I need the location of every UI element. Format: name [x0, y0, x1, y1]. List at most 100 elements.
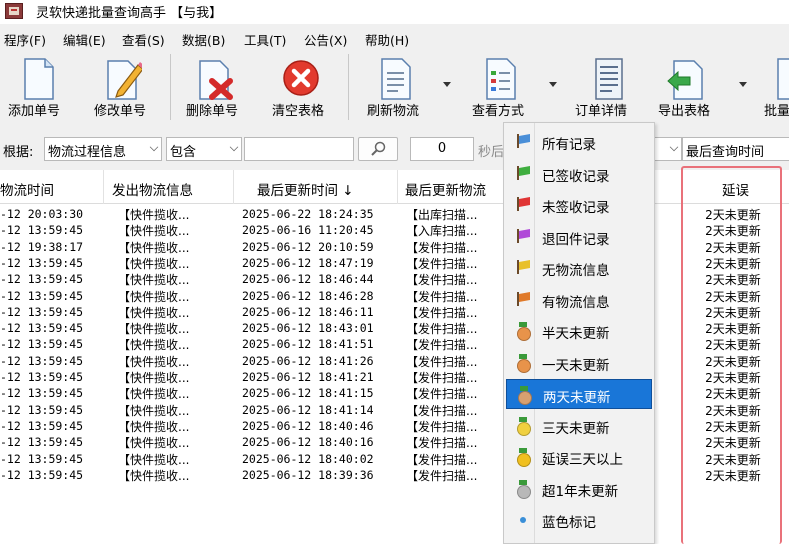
- header-ship-info[interactable]: 发出物流信息: [112, 179, 193, 199]
- search-button[interactable]: [358, 137, 398, 161]
- cell-last-update: 2025-06-12 18:41:15: [242, 386, 374, 401]
- table-row[interactable]: -12 20:03:30 【快件揽收... 2025-06-22 18:24:35 【…: [0, 206, 789, 222]
- delete-number-button[interactable]: 删除单号: [180, 50, 250, 126]
- refresh-interval-input[interactable]: 0: [410, 137, 474, 161]
- view-mode-item-label: 无物流信息: [542, 263, 610, 279]
- view-mode-item[interactable]: 两天未更新: [506, 379, 652, 409]
- batch-button[interactable]: 批量: [756, 50, 789, 126]
- table-row[interactable]: -12 13:59:45 【快件揽收... 2025-06-12 18:46:44 【…: [0, 271, 789, 287]
- cell-last-update: 2025-06-22 18:24:35: [242, 207, 374, 221]
- view-mode-item[interactable]: 未签收记录: [506, 190, 652, 220]
- cell-last-info: 【发件扫描...: [406, 305, 478, 320]
- cell-delay: 2天未更新: [705, 256, 761, 271]
- filter-operator-select[interactable]: 包含: [166, 137, 242, 161]
- edit-number-button[interactable]: 修改单号: [88, 50, 158, 126]
- filter-field-select[interactable]: 物流过程信息: [44, 137, 162, 161]
- clear-x-circle-icon: [283, 60, 319, 96]
- app-logo-icon: [5, 3, 23, 19]
- cell-delay: 2天未更新: [705, 305, 761, 320]
- view-mode-item[interactable]: 所有记录: [506, 127, 652, 157]
- view-mode-item-label: 已签收记录: [542, 168, 610, 185]
- export-dropdown-arrow[interactable]: [739, 82, 747, 87]
- cell-delay: 2天未更新: [705, 436, 761, 451]
- cell-ship-info: 【快件揽收...: [118, 322, 190, 337]
- view-mode-dropdown-arrow[interactable]: [549, 82, 557, 87]
- view-mode-item[interactable]: 已签收记录: [506, 159, 652, 189]
- view-mode-item[interactable]: 三天未更新: [506, 411, 652, 441]
- flag-red-icon: [515, 196, 531, 212]
- cell-ship-time: -12 13:59:45: [0, 402, 84, 417]
- table-header: 物流时间 发出物流信息 最后更新时间 ↓ 最后更新物流 延误: [0, 170, 789, 204]
- view-mode-button[interactable]: 查看方式: [463, 50, 543, 126]
- cell-last-info: 【入库扫描...: [406, 224, 478, 239]
- view-mode-item[interactable]: 一天未更新: [506, 348, 652, 378]
- cell-last-info: 【发件扫描...: [406, 289, 478, 304]
- clear-table-button[interactable]: 清空表格: [264, 50, 338, 126]
- cell-last-update: 2025-06-12 18:40:46: [242, 418, 374, 433]
- title-bar: 灵软快递批量查询高手 【与我】: [0, 0, 789, 24]
- view-mode-item[interactable]: 延误三天以上: [506, 442, 652, 472]
- table-row[interactable]: -12 13:59:45 【快件揽收... 2025-06-12 18:41:26 【…: [0, 353, 789, 369]
- cell-last-info: 【发件扫描...: [406, 240, 478, 255]
- table-row[interactable]: -12 13:59:45 【快件揽收... 2025-06-12 18:39:36 【…: [0, 467, 789, 483]
- table-row[interactable]: -12 13:59:45 【快件揽收... 2025-06-16 11:20:45 【…: [0, 222, 789, 238]
- cell-last-info: 【发件扫描...: [406, 273, 478, 288]
- hidden-select-fragment[interactable]: [654, 137, 682, 161]
- flag-yellow-icon: [515, 259, 531, 275]
- table-row[interactable]: -12 19:38:17 【快件揽收... 2025-06-12 20:10:59 【…: [0, 239, 789, 255]
- menu-program[interactable]: 程序(F): [4, 30, 46, 49]
- cell-ship-info: 【快件揽收...: [118, 224, 190, 239]
- cell-last-update: 2025-06-12 18:40:16: [242, 435, 374, 450]
- table-row[interactable]: -12 13:59:45 【快件揽收... 2025-06-12 18:41:15 【…: [0, 385, 789, 401]
- cell-ship-info: 【快件揽收...: [118, 305, 190, 320]
- window-title: 灵软快递批量查询高手 【与我】: [36, 6, 223, 21]
- filter-keyword-input[interactable]: [244, 137, 354, 161]
- view-mode-item[interactable]: 无物流信息: [506, 253, 652, 283]
- medal-yellow-icon: [515, 448, 531, 467]
- menu-data[interactable]: 数据(B): [182, 30, 225, 49]
- view-mode-item[interactable]: 蓝色标记: [506, 505, 652, 535]
- table-row[interactable]: -12 13:59:45 【快件揽收... 2025-06-12 18:41:21 【…: [0, 369, 789, 385]
- cell-ship-info: 【快件揽收...: [118, 208, 190, 222]
- header-delay[interactable]: 延误: [722, 179, 749, 199]
- table-row[interactable]: -12 13:59:45 【快件揽收... 2025-06-12 18:41:51 【…: [0, 336, 789, 352]
- menu-view[interactable]: 查看(S): [122, 30, 165, 49]
- table-row[interactable]: -12 13:59:45 【快件揽收... 2025-06-12 18:40:16 【…: [0, 434, 789, 450]
- table-row[interactable]: -12 13:59:45 【快件揽收... 2025-06-12 18:47:19 【…: [0, 255, 789, 271]
- menu-help[interactable]: 帮助(H): [365, 30, 409, 49]
- cell-delay: 2天未更新: [705, 419, 761, 434]
- cell-ship-time: -12 13:59:45: [0, 370, 84, 384]
- table-row[interactable]: -12 13:59:45 【快件揽收... 2025-06-12 18:41:14 【…: [0, 402, 789, 418]
- table-row[interactable]: -12 13:59:45 【快件揽收... 2025-06-12 18:43:01 【…: [0, 320, 789, 336]
- menu-notice[interactable]: 公告(X): [304, 30, 347, 49]
- table-row[interactable]: -12 13:59:45 【快件揽收... 2025-06-12 18:46:28 【…: [0, 288, 789, 304]
- table-row[interactable]: -12 13:59:45 【快件揽收... 2025-06-12 18:40:02 【…: [0, 451, 789, 467]
- chevron-down-icon: [229, 142, 239, 152]
- order-detail-button[interactable]: 订单详情: [568, 50, 648, 126]
- add-number-button[interactable]: 添加单号: [2, 50, 72, 126]
- cell-ship-info: 【快件揽收...: [118, 371, 190, 385]
- medal-gray-icon: [515, 479, 531, 499]
- export-table-button[interactable]: 导出表格: [652, 50, 732, 126]
- cell-last-info: 【发件扫描...: [406, 403, 478, 418]
- header-ship-time[interactable]: 物流时间: [0, 179, 54, 199]
- cell-last-info: 【发件扫描...: [406, 468, 478, 483]
- flag-blue-icon: [515, 133, 531, 149]
- view-mode-item[interactable]: 有物流信息: [506, 285, 652, 315]
- cell-ship-info: 【快件揽收...: [118, 354, 190, 369]
- refresh-logistics-button[interactable]: 刷新物流: [358, 50, 438, 126]
- view-mode-item[interactable]: 半天未更新: [506, 316, 652, 346]
- header-last-update[interactable]: 最后更新时间 ↓: [257, 179, 354, 199]
- view-mode-item[interactable]: 退回件记录: [506, 222, 652, 252]
- cell-delay: 2天未更新: [705, 322, 761, 337]
- view-mode-item[interactable]: 超1年未更新: [506, 474, 652, 504]
- menu-tools[interactable]: 工具(T): [244, 30, 286, 49]
- table-row[interactable]: -12 13:59:45 【快件揽收... 2025-06-12 18:40:46 【…: [0, 418, 789, 434]
- cell-ship-time: -12 13:59:45: [0, 304, 84, 319]
- menu-edit[interactable]: 编辑(E): [63, 30, 106, 49]
- header-last-info[interactable]: 最后更新物流: [405, 179, 486, 199]
- table-row[interactable]: -12 13:59:45 【快件揽收... 2025-06-12 18:46:11 【…: [0, 304, 789, 320]
- cell-ship-info: 【快件揽收...: [118, 419, 190, 434]
- sort-field-select[interactable]: 最后查询时间: [682, 137, 789, 161]
- refresh-dropdown-arrow[interactable]: [443, 82, 451, 87]
